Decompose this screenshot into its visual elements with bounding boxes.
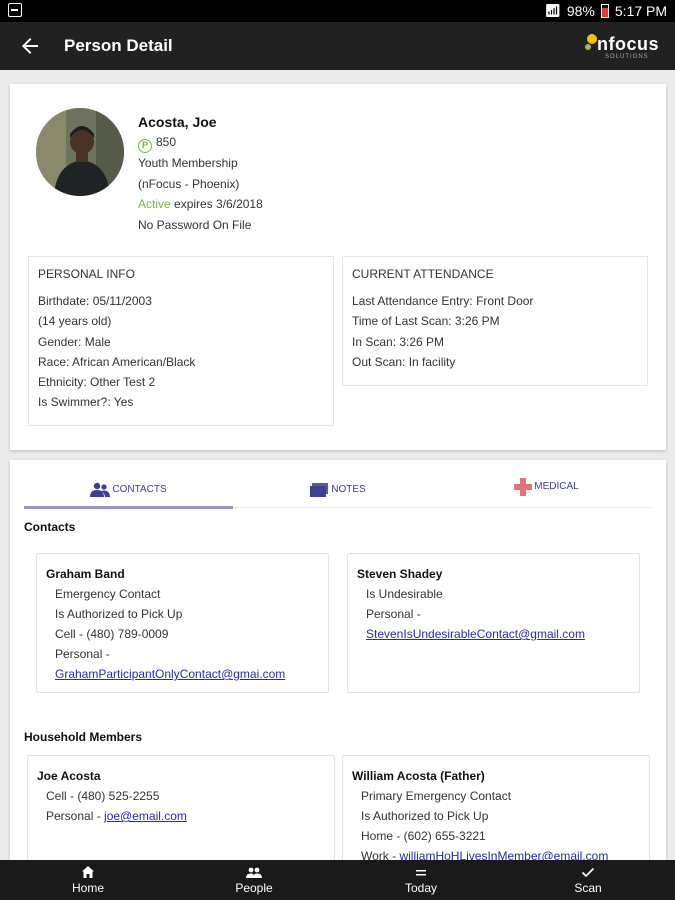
attendance-row: Out Scan: In facility (352, 354, 456, 369)
logo-subtext: SOLUTIONS (605, 54, 649, 60)
nav-home-label: Home (71, 881, 104, 895)
household-section-title: Household Members (24, 730, 143, 744)
battery-icon (600, 4, 609, 18)
member-cell[interactable]: Cell - (480) 525-2255 (37, 786, 325, 806)
detail-tabs: CONTACTS NOTES MEDICAL (24, 472, 652, 509)
contact-name: Graham Band (46, 567, 125, 581)
contact-card[interactable]: Graham Band Emergency Contact Is Authori… (36, 553, 329, 693)
participant-badge-icon: P (138, 139, 152, 153)
status-indicators: 📶︎ 98% 5:17 PM (544, 3, 667, 19)
contacts-icon (90, 482, 111, 497)
nav-scan[interactable]: Scan (558, 860, 618, 900)
personal-info-row: Race: African American/Black (38, 354, 196, 369)
member-id-row: P 850 (138, 132, 263, 153)
personal-info-row: (14 years old) (38, 314, 112, 329)
contacts-section-title: Contacts (24, 520, 76, 534)
personal-info-row: Ethnicity: Other Test 2 (38, 375, 156, 390)
personal-info-row: Birthdate: 05/11/2003 (38, 294, 152, 308)
status-active: Active (138, 197, 171, 211)
member-name: Joe Acosta (37, 769, 101, 783)
tab-contacts[interactable]: CONTACTS (24, 472, 233, 509)
nfocus-logo: nfocus SOLUTIONS (583, 30, 661, 64)
wifi-icon: 📶︎ (544, 3, 561, 18)
membership-branch: (nFocus - Phoenix) (138, 176, 240, 191)
contact-card[interactable]: Steven Shadey Is Undesirable Personal - … (347, 553, 640, 693)
people-icon (246, 867, 262, 878)
contact-note: Is Undesirable (366, 587, 443, 601)
person-summary-card: Acosta, Joe P 850 Youth Membership (nFocu… (10, 84, 666, 450)
tab-notes[interactable]: NOTES (233, 472, 442, 508)
membership-type: Youth Membership (138, 156, 238, 170)
tab-contacts-label: CONTACTS (112, 484, 167, 495)
page-title: Person Detail (64, 36, 173, 55)
app-bar: Person Detail nfocus SOLUTIONS (0, 22, 675, 70)
member-id: 850 (156, 135, 177, 149)
expiration: expires 3/6/2018 (174, 197, 263, 211)
avatar (36, 108, 124, 196)
contact-email-link[interactable]: GrahamParticipantOnlyContact@gmai.com (55, 667, 285, 681)
membership-status-row: Active expires 3/6/2018 (138, 194, 263, 215)
medical-cross-icon (514, 478, 533, 496)
attendance-row: Last Attendance Entry: Front Door (352, 294, 534, 308)
attendance-box: CURRENT ATTENDANCE Last Attendance Entry… (342, 256, 648, 386)
home-icon (82, 866, 94, 878)
contact-personal-label: Personal - (55, 647, 110, 661)
member-home-phone[interactable]: Home - (602) 655-3221 (352, 826, 640, 846)
personal-info-row: Gender: Male (38, 334, 111, 349)
status-bar: 📶︎ 98% 5:17 PM (0, 0, 675, 22)
nav-people[interactable]: People (224, 860, 284, 900)
attendance-heading: CURRENT ATTENDANCE (352, 267, 494, 281)
personal-info-box: PERSONAL INFO Birthdate: 05/11/2003 (14 … (28, 256, 334, 426)
logo-text: nfocus (597, 34, 660, 54)
personal-info-heading: PERSONAL INFO (38, 267, 135, 281)
contact-authorization: Is Authorized to Pick Up (55, 607, 183, 621)
member-email-link[interactable]: williamHoHLivesInMember@email.com (399, 849, 608, 860)
tab-medical[interactable]: MEDICAL (442, 472, 651, 508)
password-status: No Password On File (138, 217, 252, 232)
nav-today[interactable]: Today (391, 860, 451, 900)
attendance-row: In Scan: 3:26 PM (352, 334, 445, 349)
back-arrow-icon[interactable] (18, 34, 42, 58)
member-personal-label: Personal - (46, 809, 101, 823)
battery-level: 98% (566, 3, 595, 19)
person-name: Acosta, Joe (138, 114, 217, 130)
household-member-card[interactable]: Joe Acosta Cell - (480) 525-2255 Persona… (27, 755, 335, 860)
contact-cell[interactable]: Cell - (480) 789-0009 (46, 624, 319, 644)
clock: 5:17 PM (614, 3, 667, 19)
contact-role: Emergency Contact (55, 587, 161, 601)
attendance-row: Time of Last Scan: 3:26 PM (352, 314, 500, 329)
household-member-card[interactable]: William Acosta (Father) Primary Emergenc… (342, 755, 650, 860)
member-email-link[interactable]: joe@email.com (104, 809, 187, 823)
bottom-navigation: Home People Today Scan (0, 860, 675, 900)
list-icon (416, 870, 426, 876)
tab-notes-label: NOTES (331, 484, 366, 495)
member-authorization: Is Authorized to Pick Up (361, 809, 489, 823)
nav-people-label: People (235, 881, 273, 895)
member-work-label: Work - (361, 849, 397, 860)
check-icon (581, 867, 595, 878)
member-role: Primary Emergency Contact (361, 789, 512, 803)
personal-info-row: Is Swimmer?: Yes (38, 395, 134, 410)
contact-email-link[interactable]: StevenIsUndesirableContact@gmail.com (366, 627, 585, 641)
contact-name: Steven Shadey (357, 567, 443, 581)
member-name: William Acosta (Father) (352, 769, 485, 783)
person-info: Acosta, Joe P 850 Youth Membership (nFocu… (138, 112, 263, 235)
contact-personal-label: Personal - (366, 607, 421, 621)
nav-scan-label: Scan (574, 881, 602, 895)
details-card: CONTACTS NOTES MEDICAL Contacts Graham B… (10, 460, 666, 860)
notes-icon (310, 483, 329, 497)
nav-today-label: Today (404, 881, 438, 895)
tab-medical-label: MEDICAL (534, 481, 579, 492)
notification-icon (8, 3, 22, 17)
nav-home[interactable]: Home (58, 860, 118, 900)
